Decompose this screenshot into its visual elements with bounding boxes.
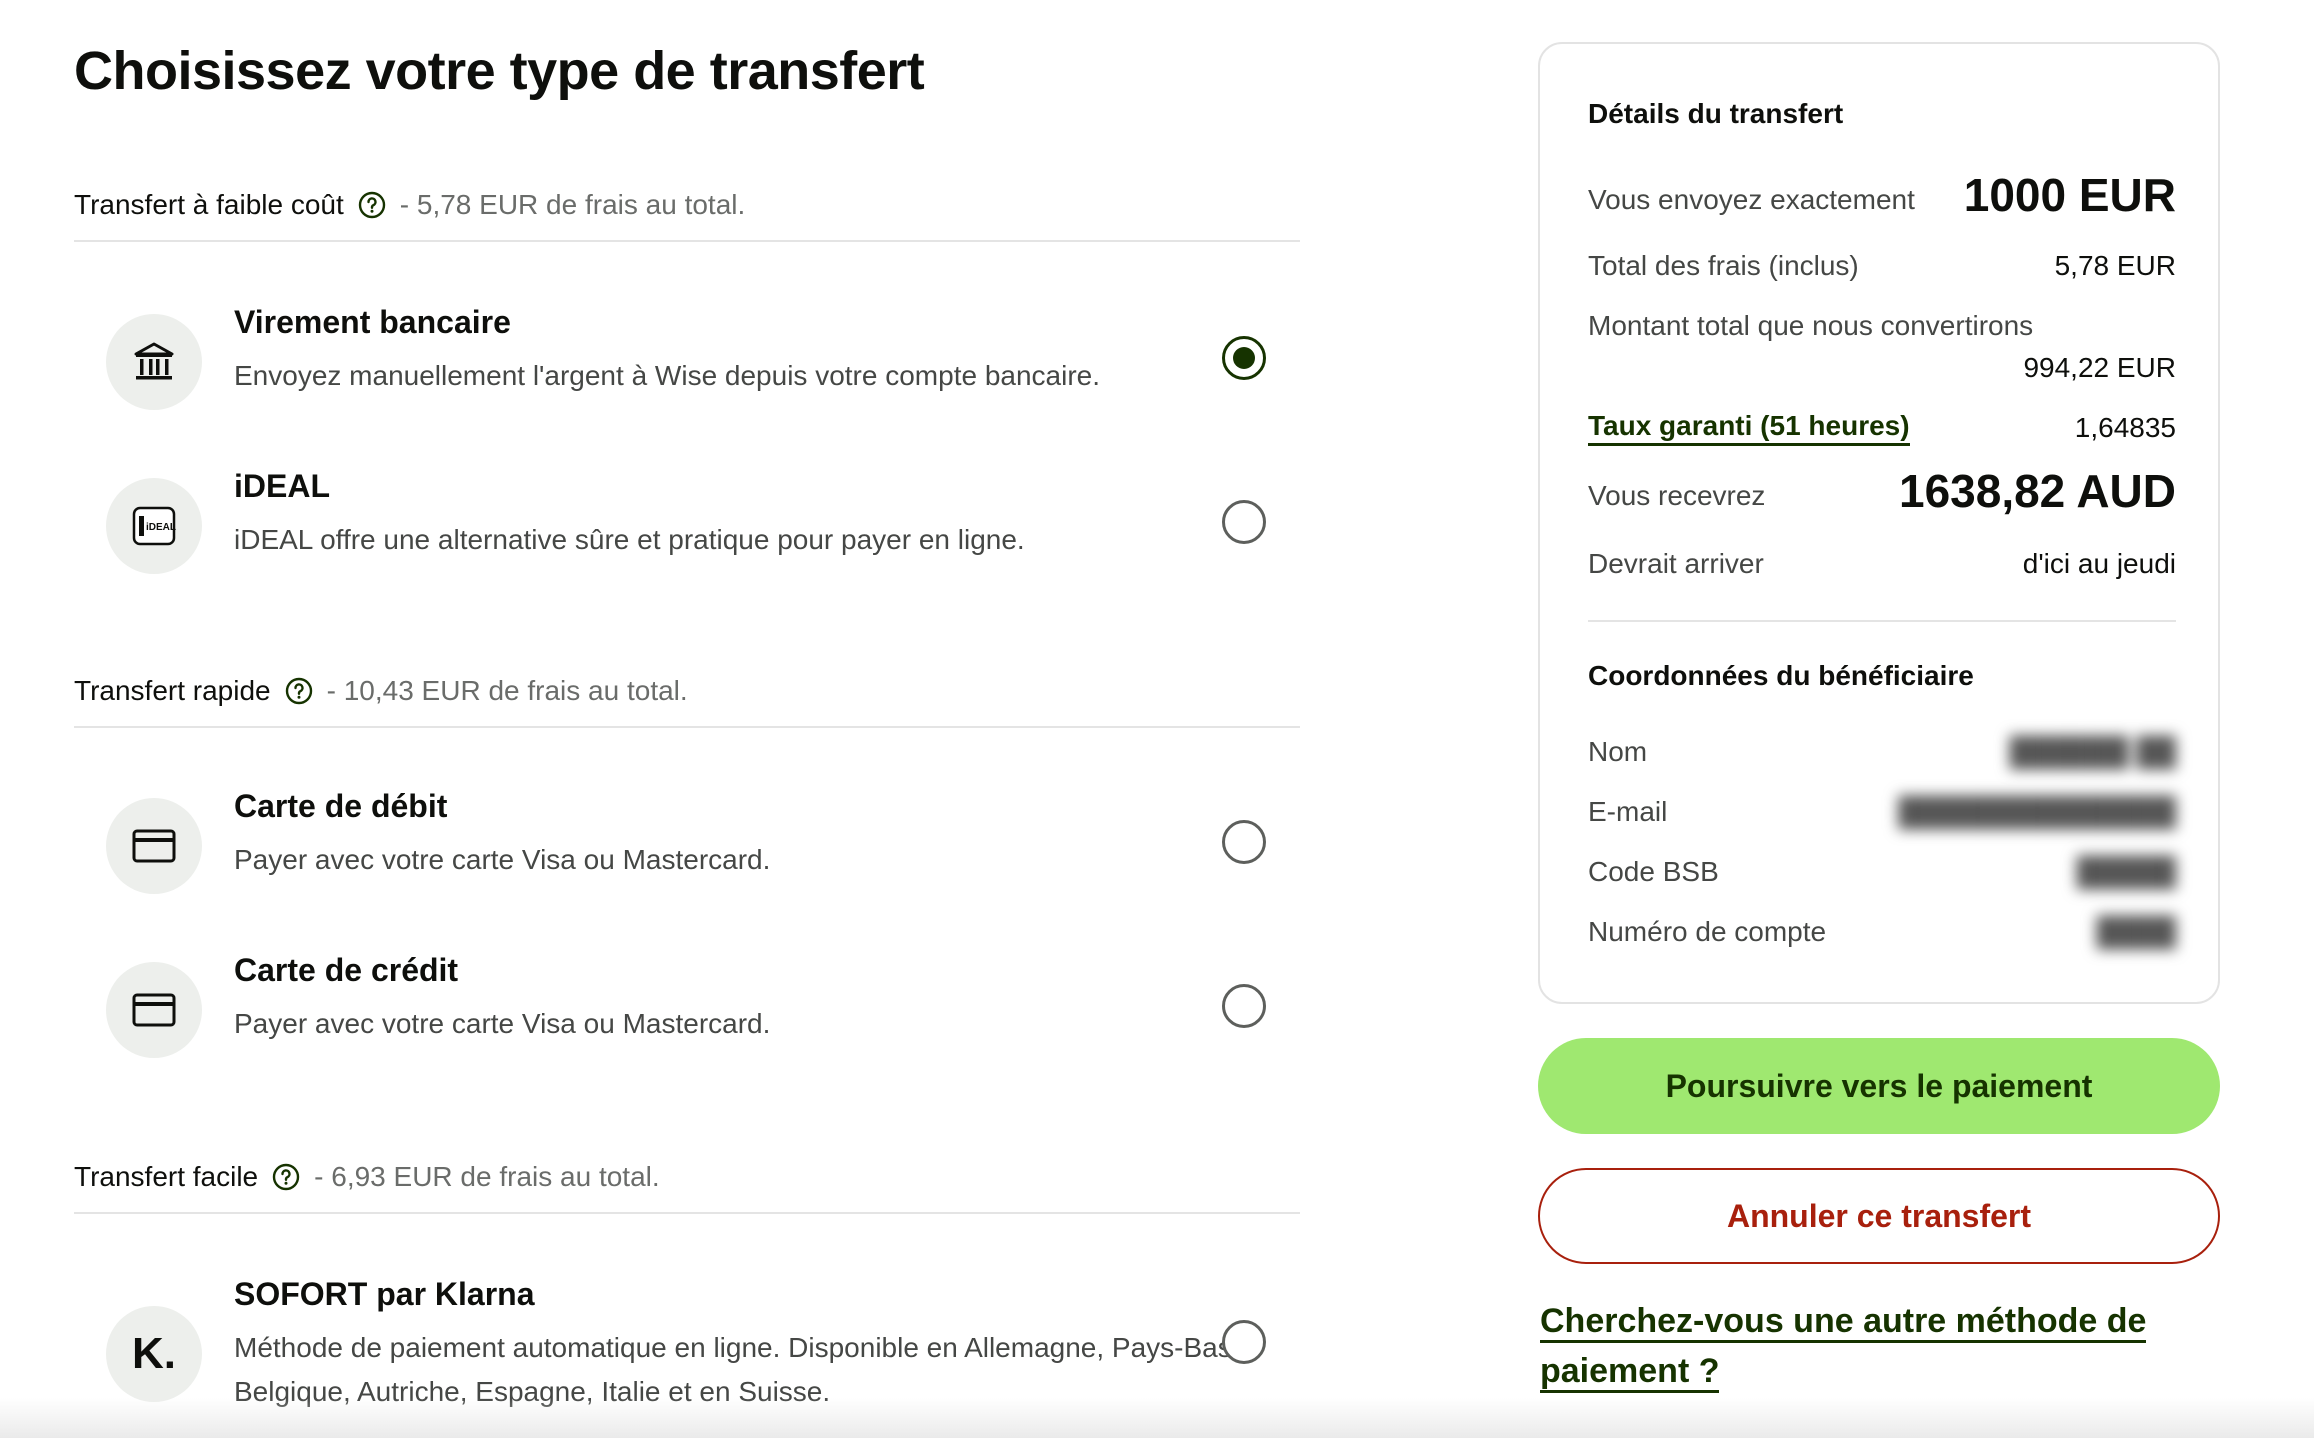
option-description: Envoyez manuellement l'argent à Wise dep… [234, 360, 1101, 391]
radio-bank-transfer[interactable] [1222, 336, 1266, 380]
recipient-email-label: E-mail [1588, 796, 1668, 827]
card-icon [106, 962, 202, 1058]
group-fee: - 5,78 EUR de frais au total. [399, 189, 746, 220]
group-header-easy: Transfert facile - 6,93 EUR de frais au … [74, 1142, 1300, 1214]
recipient-bsb-redacted: █████ [2076, 856, 2176, 887]
option-title: Carte de débit [234, 788, 448, 824]
option-title: Carte de crédit [234, 952, 459, 988]
details-title: Détails du transfert [1588, 98, 1844, 129]
receive-label: Vous recevrez [1588, 480, 1766, 511]
other-payment-method-link[interactable]: Cherchez-vous une autre méthode de paiem… [1540, 1296, 2220, 1396]
guaranteed-rate-link[interactable]: Taux garanti (51 heures) [1588, 410, 1910, 446]
rate-link-text[interactable]: Taux garanti (51 heures) [1588, 410, 1910, 446]
option-ideal[interactable]: iDEAL iDEAL iDEAL offre une alternative … [74, 468, 1300, 608]
option-description: Payer avec votre carte Visa ou Mastercar… [234, 844, 771, 875]
receive-value: 1638,82 AUD [1898, 465, 2176, 517]
other-payment-method-link-text[interactable]: Cherchez-vous une autre méthode de paiem… [1540, 1302, 2147, 1393]
bottom-fade [0, 1398, 2314, 1438]
group-fee: - 6,93 EUR de frais au total. [314, 1161, 660, 1192]
recipient-account-label: Numéro de compte [1588, 916, 1827, 947]
convert-value: 994,22 EUR [2023, 352, 2176, 383]
arrive-value: d'ici au jeudi [2022, 548, 2176, 579]
option-description: Payer avec votre carte Visa ou Mastercar… [234, 1008, 771, 1039]
arrive-label: Devrait arriver [1588, 548, 1764, 579]
radio-credit-card[interactable] [1222, 984, 1266, 1028]
bank-icon [106, 314, 202, 410]
option-title: iDEAL [234, 468, 330, 504]
option-debit-card[interactable]: Carte de débit Payer avec votre carte Vi… [74, 788, 1300, 928]
group-header-low-cost: Transfert à faible coût - 5,78 EUR de fr… [74, 170, 1300, 242]
recipient-bsb-label: Code BSB [1588, 856, 1719, 887]
help-icon[interactable] [358, 191, 386, 219]
radio-sofort-klarna[interactable] [1222, 1320, 1266, 1364]
send-value: 1000 EUR [1963, 169, 2176, 221]
group-title: Transfert à faible coût [74, 189, 344, 220]
fees-value: 5,78 EUR [2054, 250, 2176, 281]
page-title: Choisissez votre type de transfert [74, 41, 925, 101]
continue-to-payment-button[interactable]: Poursuivre vers le paiement [1538, 1038, 2220, 1134]
recipient-email-redacted: ██████████████ [1898, 796, 2176, 827]
send-label: Vous envoyez exactement [1588, 184, 1915, 215]
fees-label: Total des frais (inclus) [1588, 250, 1859, 281]
radio-debit-card[interactable] [1222, 820, 1266, 864]
group-title: Transfert rapide [74, 675, 271, 706]
help-icon[interactable] [285, 677, 313, 705]
ideal-logo-icon: iDEAL [106, 478, 202, 574]
option-title: Virement bancaire [234, 304, 511, 340]
cancel-transfer-button[interactable]: Annuler ce transfert [1538, 1168, 2220, 1264]
convert-label: Montant total que nous convertirons [1588, 310, 2034, 341]
group-header-fast: Transfert rapide - 10,43 EUR de frais au… [74, 656, 1300, 728]
recipient-title: Coordonnées du bénéficiaire [1588, 660, 1974, 691]
group-fee: - 10,43 EUR de frais au total. [326, 675, 688, 706]
radio-ideal[interactable] [1222, 500, 1266, 544]
recipient-name-label: Nom [1588, 736, 1648, 767]
svg-text:iDEAL: iDEAL [146, 522, 176, 533]
card-icon [106, 798, 202, 894]
recipient-account-redacted: ████ [2096, 916, 2176, 947]
option-title: SOFORT par Klarna [234, 1276, 535, 1312]
rate-value: 1,64835 [2074, 412, 2176, 443]
help-icon[interactable] [272, 1163, 300, 1191]
group-title: Transfert facile [74, 1161, 259, 1192]
divider [1588, 620, 2176, 622]
klarna-logo-icon: K. [106, 1306, 202, 1402]
option-description: iDEAL offre une alternative sûre et prat… [234, 524, 1025, 555]
option-bank-transfer[interactable]: Virement bancaire Envoyez manuellement l… [74, 304, 1300, 444]
option-credit-card[interactable]: Carte de crédit Payer avec votre carte V… [74, 952, 1300, 1092]
transfer-details-card: Détails du transfert Vous envoyez exacte… [1538, 42, 2220, 1004]
recipient-name-redacted: ██████ ██ [2009, 736, 2176, 767]
